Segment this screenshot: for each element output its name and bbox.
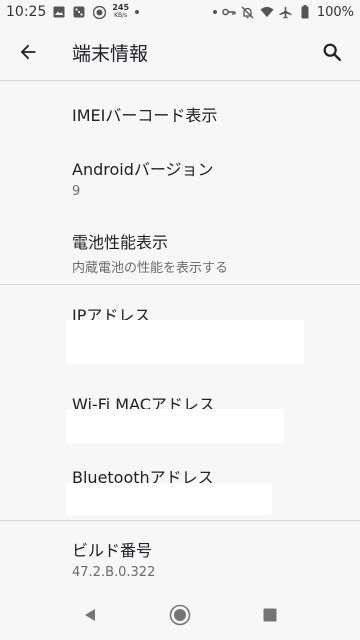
network-speed-value: 245: [112, 3, 130, 12]
app-bar: 端末情報: [0, 24, 360, 80]
search-button[interactable]: [308, 24, 356, 80]
list-item-build-number[interactable]: ビルド番号 47.2.B.0.322: [72, 537, 352, 580]
list-item-android-version[interactable]: Androidバージョン 9: [72, 156, 352, 199]
back-button[interactable]: [0, 24, 56, 80]
section-divider: [0, 520, 360, 521]
redacted-value: [66, 320, 304, 364]
status-bar: 10:25 245 KB/s 100%: [0, 0, 360, 24]
status-right: 100%: [212, 4, 354, 20]
list-item-subtitle: 9: [72, 184, 81, 199]
page-title: 端末情報: [72, 42, 149, 65]
list-item-title: IMEIバーコード表示: [72, 106, 218, 125]
redacted-value: [66, 409, 284, 443]
wifi-icon: [260, 5, 274, 19]
target-icon: [92, 5, 106, 19]
nav-back-button[interactable]: [45, 590, 135, 640]
list-item-title: Androidバージョン: [72, 160, 214, 179]
triangle-back-icon: [85, 609, 95, 621]
bell-off-icon: [241, 5, 255, 19]
app-bar-divider: [0, 80, 360, 81]
network-speed-unit: KB/s: [114, 12, 128, 19]
nav-home-button[interactable]: [135, 590, 225, 640]
search-icon: [323, 43, 341, 61]
key-icon: [222, 5, 236, 19]
redacted-value: [66, 483, 272, 515]
navigation-bar: [0, 590, 360, 640]
battery-icon: [298, 5, 312, 19]
circle-home-icon: [169, 604, 191, 626]
square-recents-icon: [263, 608, 277, 622]
airplane-icon: [279, 5, 293, 19]
status-time: 10:25: [6, 4, 47, 20]
list-item-battery-performance[interactable]: 電池性能表示 内蔵電池の性能を表示する: [72, 229, 352, 276]
list-item-subtitle: 内蔵電池の性能を表示する: [72, 261, 229, 276]
section-divider: [0, 284, 360, 285]
battery-percent: 100%: [316, 4, 354, 20]
network-speed: 245 KB/s: [112, 4, 129, 20]
dot-icon: [212, 10, 217, 14]
dice-icon: [72, 5, 86, 19]
list-item-imei-barcode[interactable]: IMEIバーコード表示: [72, 102, 352, 126]
dot-icon: [135, 10, 140, 14]
list-item-title: ビルド番号: [72, 541, 153, 560]
list-item-subtitle: 47.2.B.0.322: [72, 565, 156, 580]
arrow-left-icon: [20, 44, 36, 60]
nav-recents-button[interactable]: [225, 590, 315, 640]
list-item-title: 電池性能表示: [72, 233, 169, 252]
status-left: 10:25 245 KB/s: [6, 4, 140, 20]
image-icon: [52, 5, 66, 19]
